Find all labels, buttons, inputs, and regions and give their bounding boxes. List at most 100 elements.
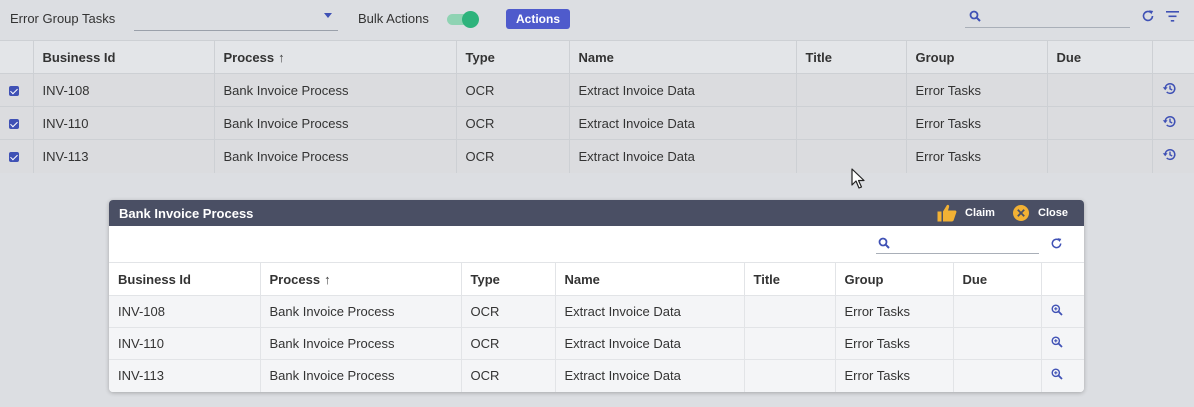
close-label: Close xyxy=(1038,207,1068,219)
process-cell: Bank Invoice Process xyxy=(260,327,462,360)
table-row[interactable]: INV-108 Bank Invoice Process OCR Extract… xyxy=(109,295,1084,328)
row-action-cell xyxy=(1152,106,1194,140)
column-header-due[interactable]: Due xyxy=(953,262,1042,296)
history-icon[interactable] xyxy=(1162,114,1177,129)
row-checkbox[interactable] xyxy=(9,86,19,97)
zoom-in-icon[interactable] xyxy=(1051,368,1063,380)
column-header-business-id[interactable]: Business Id xyxy=(109,262,261,296)
name-cell: Extract Invoice Data xyxy=(569,106,797,140)
dialog-search-input[interactable] xyxy=(876,233,1039,254)
group-cell: Error Tasks xyxy=(835,295,954,328)
group-cell: Error Tasks xyxy=(835,327,954,360)
process-cell: Bank Invoice Process xyxy=(214,139,457,173)
search-input[interactable] xyxy=(965,6,1130,28)
column-header-label: Process xyxy=(269,271,321,287)
close-button[interactable]: Close xyxy=(1012,203,1068,223)
error-group-label: Error Group Tasks xyxy=(10,11,116,26)
column-header-title[interactable]: Title xyxy=(796,40,907,74)
search-icon xyxy=(969,10,981,22)
row-select-cell xyxy=(0,73,34,107)
name-cell: Extract Invoice Data xyxy=(555,295,745,328)
row-checkbox[interactable] xyxy=(9,152,19,163)
title-cell xyxy=(744,295,836,328)
chevron-down-icon xyxy=(324,13,332,18)
business-id-cell: INV-113 xyxy=(33,139,215,173)
type-cell: OCR xyxy=(456,106,570,140)
task-detail-dialog: Bank Invoice Process Claim Close Busines… xyxy=(109,200,1084,392)
column-header-type[interactable]: Type xyxy=(461,262,556,296)
column-header-type[interactable]: Type xyxy=(456,40,570,74)
dialog-title: Bank Invoice Process xyxy=(119,206,254,221)
column-header-name[interactable]: Name xyxy=(555,262,745,296)
actions-column-header xyxy=(1152,40,1194,74)
row-action-cell xyxy=(1041,295,1084,328)
process-cell: Bank Invoice Process xyxy=(260,295,462,328)
name-cell: Extract Invoice Data xyxy=(569,139,797,173)
due-cell xyxy=(1047,139,1153,173)
bulk-actions-toggle[interactable] xyxy=(447,11,479,28)
business-id-cell: INV-108 xyxy=(109,295,261,328)
type-cell: OCR xyxy=(461,295,556,328)
title-cell xyxy=(744,327,836,360)
history-icon[interactable] xyxy=(1162,147,1177,162)
refresh-icon[interactable] xyxy=(1141,9,1155,23)
group-cell: Error Tasks xyxy=(906,73,1048,107)
business-id-cell: INV-110 xyxy=(109,327,261,360)
claim-label: Claim xyxy=(965,207,995,219)
task-table: Business Id Process ↑ Type Name Title Gro… xyxy=(0,40,1194,173)
refresh-icon[interactable] xyxy=(1050,237,1063,250)
column-header-process[interactable]: Process ↑ xyxy=(260,262,462,296)
title-cell xyxy=(796,73,907,107)
due-cell xyxy=(1047,73,1153,107)
dialog-task-table: Business Id Process ↑ Type Name Title Gro… xyxy=(109,262,1084,392)
type-cell: OCR xyxy=(456,139,570,173)
name-cell: Extract Invoice Data xyxy=(555,359,745,392)
column-header-group[interactable]: Group xyxy=(835,262,954,296)
row-action-cell xyxy=(1041,359,1084,392)
name-cell: Extract Invoice Data xyxy=(555,327,745,360)
zoom-in-icon[interactable] xyxy=(1051,304,1063,316)
column-header-group[interactable]: Group xyxy=(906,40,1048,74)
mouse-cursor-icon xyxy=(851,168,865,189)
group-cell: Error Tasks xyxy=(835,359,954,392)
error-group-dropdown[interactable] xyxy=(134,6,338,31)
name-cell: Extract Invoice Data xyxy=(569,73,797,107)
select-column-header xyxy=(0,40,34,74)
column-header-title[interactable]: Title xyxy=(744,262,836,296)
history-icon[interactable] xyxy=(1162,81,1177,96)
column-header-due[interactable]: Due xyxy=(1047,40,1153,74)
thumbs-up-icon xyxy=(937,204,957,222)
title-cell xyxy=(744,359,836,392)
column-header-process[interactable]: Process ↑ xyxy=(214,40,457,74)
sort-ascending-icon: ↑ xyxy=(324,271,331,287)
actions-button[interactable]: Actions xyxy=(506,9,570,29)
business-id-cell: INV-113 xyxy=(109,359,261,392)
group-cell: Error Tasks xyxy=(906,139,1048,173)
type-cell: OCR xyxy=(456,73,570,107)
table-row[interactable]: INV-110 Bank Invoice Process OCR Extract… xyxy=(109,327,1084,360)
zoom-in-icon[interactable] xyxy=(1051,336,1063,348)
table-row[interactable]: INV-113 Bank Invoice Process OCR Extract… xyxy=(109,359,1084,392)
due-cell xyxy=(953,359,1042,392)
table-row[interactable]: INV-110 Bank Invoice Process OCR Extract… xyxy=(0,106,1194,140)
business-id-cell: INV-110 xyxy=(33,106,215,140)
claim-button[interactable]: Claim xyxy=(937,203,995,223)
row-select-cell xyxy=(0,106,34,140)
row-select-cell xyxy=(0,139,34,173)
group-cell: Error Tasks xyxy=(906,106,1048,140)
due-cell xyxy=(1047,106,1153,140)
column-header-name[interactable]: Name xyxy=(569,40,797,74)
filter-icon[interactable] xyxy=(1166,11,1179,22)
row-checkbox[interactable] xyxy=(9,119,19,130)
type-cell: OCR xyxy=(461,327,556,360)
table-row[interactable]: INV-108 Bank Invoice Process OCR Extract… xyxy=(0,73,1194,107)
column-header-business-id[interactable]: Business Id xyxy=(33,40,215,74)
table-row[interactable]: INV-113 Bank Invoice Process OCR Extract… xyxy=(0,139,1194,173)
dialog-header: Bank Invoice Process Claim Close xyxy=(109,200,1084,226)
table-header-row: Business Id Process ↑ Type Name Title Gro… xyxy=(0,40,1194,74)
search-icon xyxy=(878,237,890,249)
toolbar: Error Group Tasks Bulk Actions Actions xyxy=(0,0,1194,40)
due-cell xyxy=(953,327,1042,360)
business-id-cell: INV-108 xyxy=(33,73,215,107)
toggle-knob xyxy=(462,11,479,28)
